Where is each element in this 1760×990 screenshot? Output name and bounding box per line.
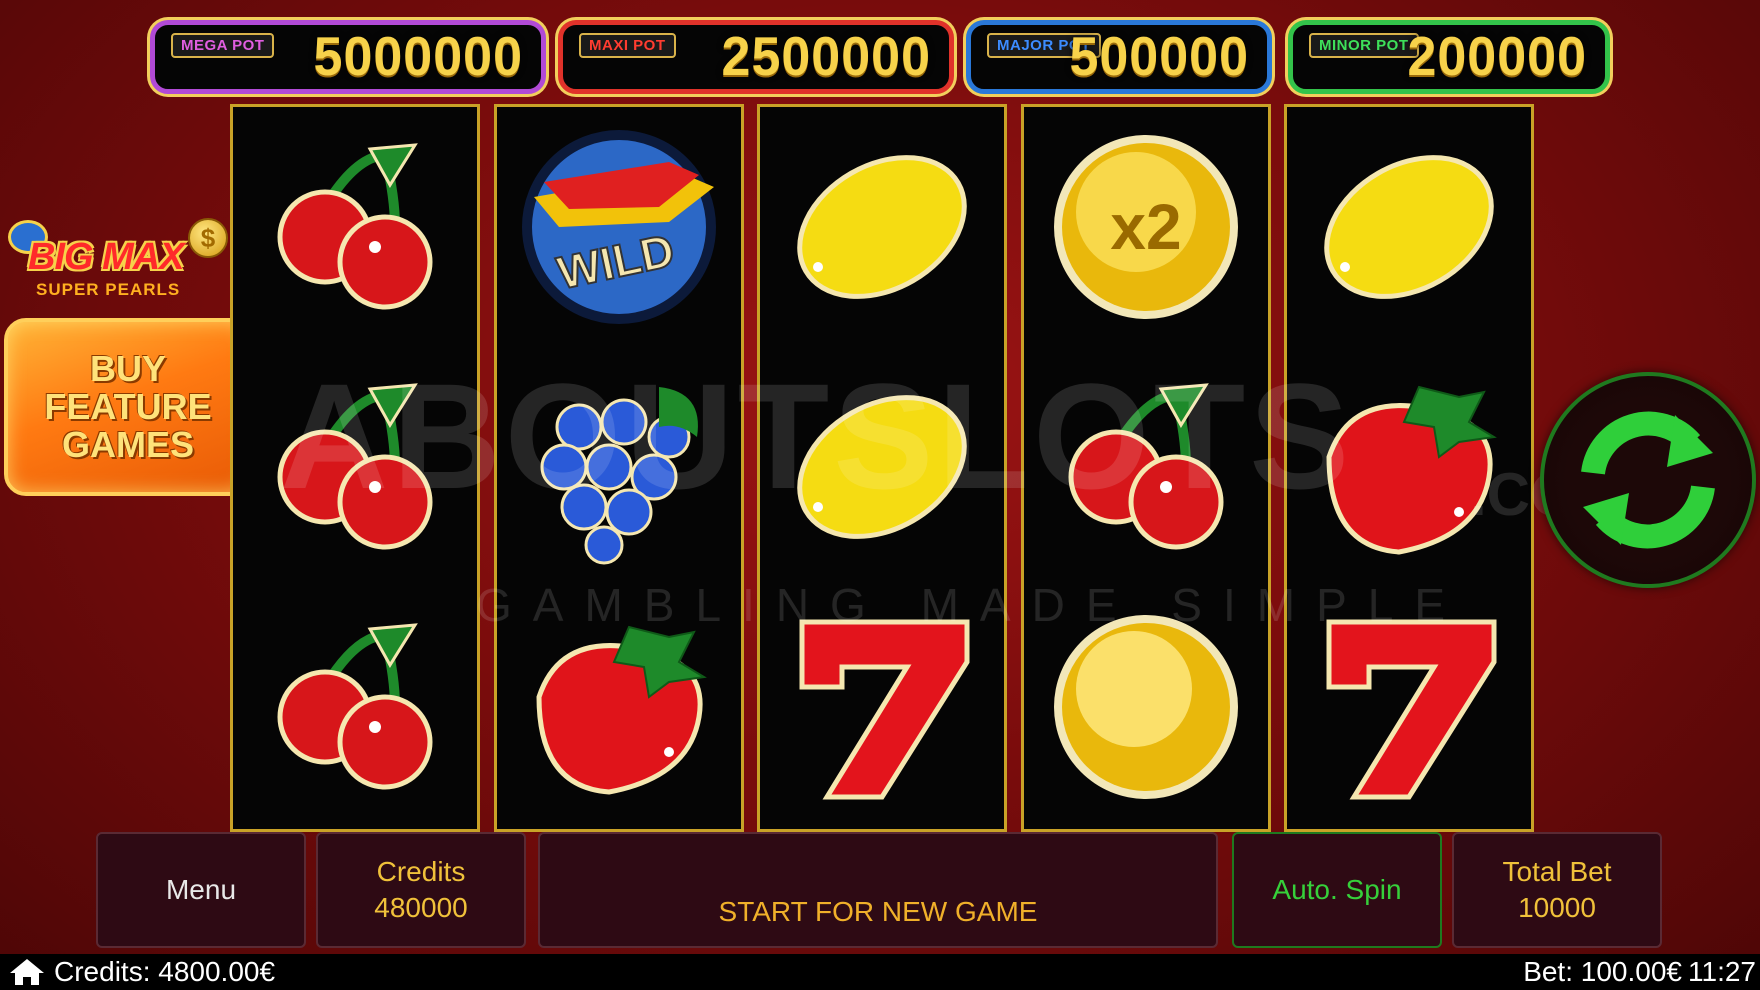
pearl-x2-symbol-icon: x2 <box>1024 107 1268 347</box>
jackpot-label: MINOR POT <box>1309 33 1419 58</box>
status-text: START FOR NEW GAME <box>718 896 1038 927</box>
statusbar-credits: Credits: 4800.00€ <box>54 956 276 987</box>
credits-label: Credits <box>376 856 466 887</box>
buy-feature-games-button[interactable]: BUY FEATURE GAMES <box>4 318 252 496</box>
auto-spin-label: Auto. Spin <box>1272 874 1402 905</box>
total-bet-value: 10000 <box>1518 892 1596 923</box>
strawberry-symbol-icon <box>1287 347 1531 587</box>
auto-spin-button[interactable]: Auto. Spin <box>1232 832 1442 948</box>
menu-label: Menu <box>165 874 237 905</box>
jackpot-bar: MEGA POT 5000000 MAXI POT 2500000 MAJOR … <box>150 20 1610 94</box>
jackpot-amount: 5000000 <box>313 26 523 88</box>
seven-symbol-icon <box>1287 587 1531 827</box>
pearl-symbol-icon <box>1024 587 1268 827</box>
jackpot-amount: 500000 <box>1069 26 1249 88</box>
seven-symbol-icon <box>760 587 1004 827</box>
status-message: START FOR NEW GAME <box>538 832 1218 948</box>
jackpot-amount: 2500000 <box>721 26 931 88</box>
statusbar-time: 11:27 <box>1688 956 1756 987</box>
game-logo: BIG MAX $ SUPER PEARLS <box>6 216 228 306</box>
total-bet-button[interactable]: Total Bet 10000 <box>1452 832 1662 948</box>
cherry-symbol-icon <box>233 587 477 827</box>
multiplier-text: x2 <box>1110 191 1181 263</box>
control-panel: Menu Credits 480000 START FOR NEW GAME A… <box>96 832 1664 950</box>
credits-display: Credits 480000 <box>316 832 526 948</box>
logo-subtitle: SUPER PEARLS <box>36 280 181 299</box>
menu-button[interactable]: Menu <box>96 832 306 948</box>
wild-symbol-icon: WILD <box>497 107 741 347</box>
buy-feature-line: GAMES <box>61 424 194 465</box>
jackpot-major: MAJOR POT 500000 <box>966 20 1272 94</box>
home-icon[interactable] <box>8 958 46 986</box>
jackpot-label: MAXI POT <box>579 33 676 58</box>
total-bet-label: Total Bet <box>1502 856 1612 887</box>
reel <box>1284 104 1534 832</box>
lemon-symbol-icon <box>1287 107 1531 347</box>
cherry-symbol-icon <box>1024 347 1268 587</box>
logo-name: BIG MAX <box>28 236 185 278</box>
cherry-symbol-icon <box>233 107 477 347</box>
reel <box>757 104 1007 832</box>
strawberry-symbol-icon <box>497 587 741 827</box>
status-bar: Credits: 4800.00€ Bet: 100.00€ 11:27 <box>0 954 1760 990</box>
jackpot-minor: MINOR POT 200000 <box>1288 20 1610 94</box>
refresh-arrows-icon <box>1581 411 1715 549</box>
jackpot-mega: MEGA POT 5000000 <box>150 20 546 94</box>
buy-feature-line: FEATURE <box>44 386 212 427</box>
credits-value: 480000 <box>374 892 468 923</box>
reel-grid: WILD x2 <box>230 104 1534 832</box>
reel: x2 <box>1020 104 1271 832</box>
cherry-symbol-icon <box>233 347 477 587</box>
buy-feature-line: BUY <box>89 348 166 389</box>
jackpot-amount: 200000 <box>1407 26 1587 88</box>
jackpot-maxi: MAXI POT 2500000 <box>558 20 954 94</box>
lemon-symbol-icon <box>760 107 1004 347</box>
reel: WILD <box>493 104 744 832</box>
lemon-symbol-icon <box>760 347 1004 587</box>
spin-button[interactable] <box>1540 372 1756 588</box>
coin-icon: $ <box>188 218 228 258</box>
reel <box>230 104 480 832</box>
statusbar-bet: Bet: 100.00€ <box>1523 956 1682 987</box>
grapes-symbol-icon <box>497 347 741 587</box>
jackpot-label: MEGA POT <box>171 33 275 58</box>
